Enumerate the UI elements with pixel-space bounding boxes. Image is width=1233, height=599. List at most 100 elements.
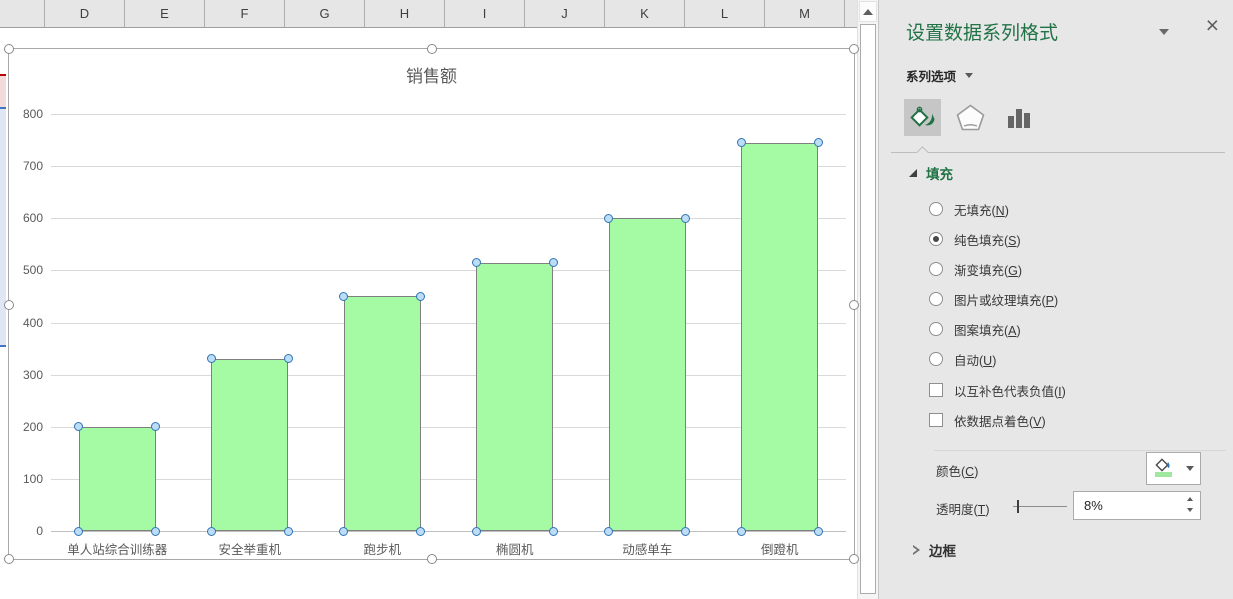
column-header-partial[interactable] xyxy=(0,0,45,27)
data-point-handle[interactable] xyxy=(283,526,293,536)
tab-series-options[interactable] xyxy=(1000,99,1037,136)
checkbox[interactable] xyxy=(929,413,943,427)
tab-fill-and-line[interactable] xyxy=(904,99,941,136)
data-point-handle[interactable] xyxy=(471,526,481,536)
chart-object[interactable]: 销售额 0 100 200 300 400 500 600 700 800 单人站综合训练器 安全举… xyxy=(4,44,859,564)
radio-button[interactable] xyxy=(929,262,943,276)
data-point-handle[interactable] xyxy=(74,526,84,536)
option-pattern-fill[interactable]: 图案填充(A) xyxy=(929,321,1021,338)
fill-section-header[interactable]: 填充 xyxy=(909,163,953,183)
scrollbar-thumb[interactable] xyxy=(860,24,876,594)
radio-button[interactable] xyxy=(929,292,943,306)
data-point-handle[interactable] xyxy=(604,526,614,536)
chart-title[interactable]: 销售额 xyxy=(9,62,854,87)
pane-title-dropdown-icon[interactable] xyxy=(1159,29,1169,35)
data-point-handle[interactable] xyxy=(206,526,216,536)
radio-button[interactable] xyxy=(929,352,943,366)
data-point-handle[interactable] xyxy=(736,526,746,536)
column-header-F[interactable]: F xyxy=(205,0,285,27)
chart-resize-handle[interactable] xyxy=(849,554,859,564)
column-header-E[interactable]: E xyxy=(125,0,205,27)
border-section-title: 边框 xyxy=(929,544,956,559)
fill-section-title: 填充 xyxy=(926,167,953,182)
transparency-spinbox[interactable]: 8% xyxy=(1073,491,1201,520)
fill-color-button[interactable] xyxy=(1146,452,1201,485)
series-options-dropdown[interactable]: 系列选项 xyxy=(906,66,974,85)
chart-resize-handle[interactable] xyxy=(427,554,437,564)
column-header-M[interactable]: M xyxy=(765,0,845,27)
data-bar[interactable] xyxy=(741,142,819,531)
option-picture-texture-fill[interactable]: 图片或纹理填充(P) xyxy=(929,291,1059,308)
y-axis-label: 600 xyxy=(22,211,43,226)
gridline xyxy=(51,114,846,115)
chart-resize-handle[interactable] xyxy=(849,300,859,310)
data-point-handle[interactable] xyxy=(283,354,293,364)
gridline xyxy=(51,531,846,532)
tab-divider xyxy=(891,152,1225,153)
data-point-handle[interactable] xyxy=(151,526,161,536)
gridline xyxy=(51,270,846,272)
column-header-L[interactable]: L xyxy=(685,0,765,27)
data-point-handle[interactable] xyxy=(681,213,691,223)
column-header-I[interactable]: I xyxy=(445,0,525,27)
column-header-G[interactable]: G xyxy=(285,0,365,27)
data-point-handle[interactable] xyxy=(813,138,823,148)
data-bar[interactable] xyxy=(476,262,554,531)
column-header-J[interactable]: J xyxy=(525,0,605,27)
chart-resize-handle[interactable] xyxy=(4,300,14,310)
option-invert-if-negative[interactable]: 以互补色代表负值(I) xyxy=(929,382,1066,399)
data-point-handle[interactable] xyxy=(151,422,161,432)
transparency-value: 8% xyxy=(1084,498,1103,513)
transparency-slider-track[interactable] xyxy=(1013,506,1067,507)
data-bar[interactable] xyxy=(78,426,156,531)
option-vary-colors-by-point[interactable]: 依数据点着色(V) xyxy=(929,412,1046,429)
category-label: 倒蹬机 xyxy=(760,543,799,557)
option-label: 自动(U) xyxy=(954,353,997,368)
data-bar[interactable] xyxy=(608,218,686,531)
data-point-handle[interactable] xyxy=(736,138,746,148)
column-header-H[interactable]: H xyxy=(365,0,445,27)
collapsed-triangle-icon xyxy=(913,545,920,555)
checkbox[interactable] xyxy=(929,383,943,397)
data-bar[interactable] xyxy=(343,296,421,531)
scroll-up-button[interactable] xyxy=(859,1,877,22)
y-axis-label: 200 xyxy=(22,419,43,434)
data-point-handle[interactable] xyxy=(548,526,558,536)
data-point-handle[interactable] xyxy=(416,526,426,536)
spin-down-icon[interactable] xyxy=(1187,508,1193,512)
chart-resize-handle[interactable] xyxy=(4,44,14,54)
gridline xyxy=(51,218,846,220)
option-label: 图片或纹理填充(P) xyxy=(954,293,1059,308)
spin-up-icon[interactable] xyxy=(1187,497,1193,501)
data-point-handle[interactable] xyxy=(416,291,426,301)
border-section-header[interactable]: 边框 xyxy=(913,540,956,560)
option-automatic[interactable]: 自动(U) xyxy=(929,351,997,368)
radio-button[interactable] xyxy=(929,202,943,216)
data-point-handle[interactable] xyxy=(339,526,349,536)
transparency-slider-thumb[interactable] xyxy=(1017,500,1019,513)
pentagon-icon xyxy=(956,104,985,131)
data-point-handle[interactable] xyxy=(813,526,823,536)
chart-resize-handle[interactable] xyxy=(427,44,437,54)
chart-resize-handle[interactable] xyxy=(849,44,859,54)
chart-resize-handle[interactable] xyxy=(4,554,14,564)
transparency-label: 透明度(T) xyxy=(936,503,990,517)
data-point-handle[interactable] xyxy=(471,258,481,268)
data-point-handle[interactable] xyxy=(681,526,691,536)
y-axis-label: 400 xyxy=(22,315,43,330)
pane-close-button[interactable]: × xyxy=(1206,14,1219,37)
category-label: 椭圆机 xyxy=(495,543,534,557)
data-point-handle[interactable] xyxy=(604,213,614,223)
gridline xyxy=(51,478,846,480)
radio-button[interactable] xyxy=(929,322,943,336)
option-no-fill[interactable]: 无填充(N) xyxy=(929,201,1009,218)
data-bar[interactable] xyxy=(211,358,289,531)
column-header-K[interactable]: K xyxy=(605,0,685,27)
vertical-scrollbar[interactable] xyxy=(857,0,878,599)
option-gradient-fill[interactable]: 渐变填充(G) xyxy=(929,261,1022,278)
column-header-D[interactable]: D xyxy=(45,0,125,27)
option-solid-fill[interactable]: 纯色填充(S) xyxy=(929,231,1021,248)
radio-button[interactable] xyxy=(929,232,943,246)
data-point-handle[interactable] xyxy=(548,258,558,268)
tab-effects[interactable] xyxy=(952,99,989,136)
